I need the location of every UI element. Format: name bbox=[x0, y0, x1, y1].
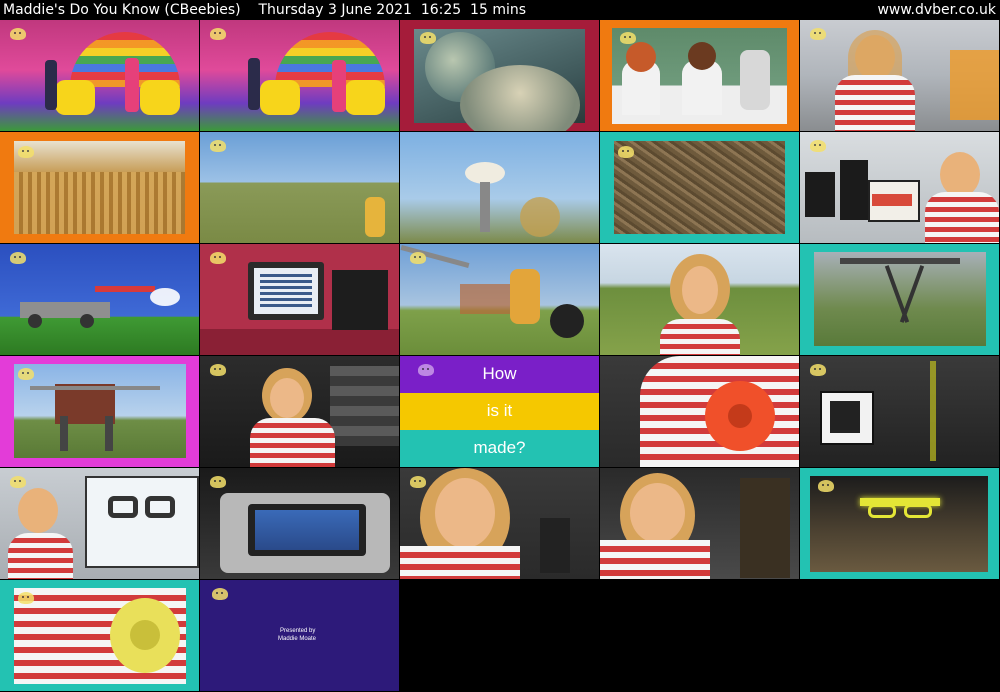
thumbnail-globes[interactable] bbox=[400, 20, 599, 131]
how-card-line-2: is it bbox=[486, 401, 513, 420]
site-link[interactable]: www.dvber.co.uk bbox=[877, 0, 996, 20]
thumbnail-printed-glasses[interactable] bbox=[800, 468, 999, 579]
thumbnail-credits[interactable]: Presented by Maddie Moate bbox=[200, 580, 399, 691]
thumbnail-presenter-field[interactable] bbox=[600, 244, 799, 355]
thumbnail-filament-closeup[interactable] bbox=[0, 580, 199, 691]
thumbnail-animated-tractor[interactable] bbox=[0, 244, 199, 355]
cbeebies-logo-icon bbox=[410, 476, 426, 488]
cbeebies-logo-icon bbox=[10, 252, 26, 264]
cbeebies-logo-icon bbox=[418, 364, 434, 376]
cbeebies-logo-icon bbox=[10, 476, 26, 488]
thumbnail-presenter-camera[interactable] bbox=[600, 468, 799, 579]
thumbnail-filament-spool[interactable] bbox=[600, 356, 799, 467]
thumbnail-grid: How is it made? Presented by Maddie Moat… bbox=[0, 20, 1000, 692]
cbeebies-logo-icon bbox=[10, 28, 26, 40]
cbeebies-logo-icon bbox=[810, 140, 826, 152]
cbeebies-logo-icon bbox=[212, 588, 228, 600]
thumbnail-presenter-shop[interactable] bbox=[200, 356, 399, 467]
cbeebies-logo-icon bbox=[410, 252, 426, 264]
thumbnail-3d-printer[interactable] bbox=[800, 356, 999, 467]
how-card-line-3: made? bbox=[473, 438, 526, 457]
thumbnail-wheat-field[interactable] bbox=[0, 132, 199, 243]
thumbnail-farm-robot[interactable] bbox=[0, 356, 199, 467]
programme-title: Maddie's Do You Know (CBeebies) Thursday… bbox=[3, 2, 527, 18]
thumbnail-robot-field[interactable] bbox=[400, 244, 599, 355]
cbeebies-logo-icon bbox=[210, 364, 226, 376]
cbeebies-logo-icon bbox=[18, 146, 34, 158]
thumbnail-studio-dance-2[interactable] bbox=[200, 20, 399, 131]
thumbnail-open-field[interactable] bbox=[200, 132, 399, 243]
cbeebies-logo-icon bbox=[18, 368, 34, 380]
cbeebies-logo-icon bbox=[420, 32, 436, 44]
thumbnail-kids-science[interactable] bbox=[600, 20, 799, 131]
cbeebies-logo-icon bbox=[618, 146, 634, 158]
cbeebies-logo-icon bbox=[810, 364, 826, 376]
cbeebies-logo-icon bbox=[210, 252, 226, 264]
thumbnail-glasses-design[interactable] bbox=[0, 468, 199, 579]
cbeebies-logo-icon bbox=[210, 140, 226, 152]
cbeebies-logo-icon bbox=[810, 28, 826, 40]
credits-line-1: Presented by bbox=[280, 628, 316, 634]
cbeebies-logo-icon bbox=[620, 32, 636, 44]
thumbnail-animated-monitor[interactable] bbox=[200, 244, 399, 355]
cbeebies-logo-icon bbox=[818, 480, 834, 492]
cbeebies-logo-icon bbox=[18, 592, 34, 604]
thumbnail-delta-robot[interactable] bbox=[800, 244, 999, 355]
thumbnail-presenter-computer[interactable] bbox=[800, 132, 999, 243]
thumbnail-gps-antenna[interactable] bbox=[400, 132, 599, 243]
cbeebies-logo-icon bbox=[210, 476, 226, 488]
credits-line-2: Maddie Moate bbox=[278, 636, 317, 642]
header-bar: Maddie's Do You Know (CBeebies) Thursday… bbox=[0, 0, 1000, 20]
thumbnail-studio-dance-1[interactable] bbox=[0, 20, 199, 131]
cbeebies-logo-icon bbox=[210, 28, 226, 40]
thumbnail-presenter-workshop[interactable] bbox=[800, 20, 999, 131]
thumbnail-how-is-it-made[interactable]: How is it made? bbox=[400, 356, 599, 467]
thumbnail-presenter-smile[interactable] bbox=[400, 468, 599, 579]
thumbnail-printer-screen[interactable] bbox=[200, 468, 399, 579]
thumbnail-soil[interactable] bbox=[600, 132, 799, 243]
